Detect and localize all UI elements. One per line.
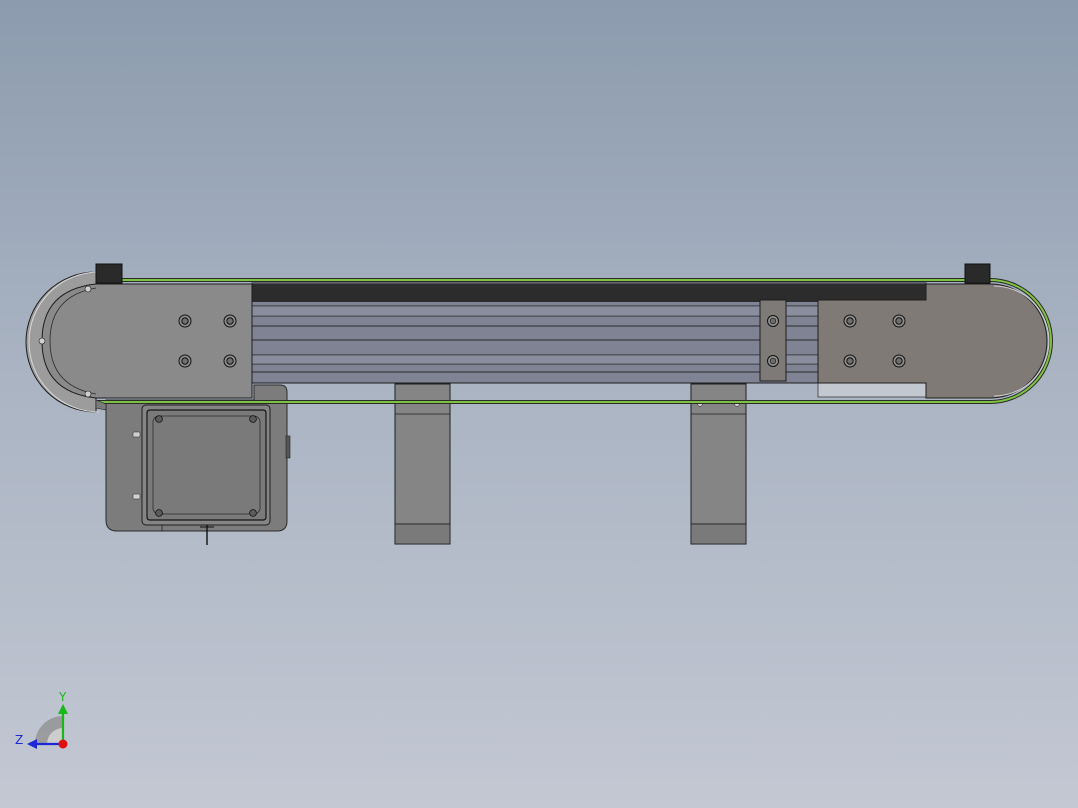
support-leg-right bbox=[690, 383, 747, 545]
motor-side-slot-bottom bbox=[132, 493, 141, 500]
end-hole-top bbox=[84, 285, 92, 293]
z-axis-label: Z bbox=[15, 733, 23, 747]
rail-top-strip bbox=[252, 284, 926, 302]
left-side-plate bbox=[41, 283, 253, 399]
motor-side-tab bbox=[285, 435, 291, 459]
right-side-plate bbox=[817, 283, 1048, 399]
rail-bottom-opening bbox=[817, 382, 927, 398]
motor-face-plate bbox=[146, 409, 267, 521]
motor-assembly bbox=[105, 384, 291, 545]
drive-end-left bbox=[25, 263, 253, 413]
mid-clamp bbox=[759, 299, 787, 382]
conveyor-drawing: Y Z bbox=[15, 263, 1053, 749]
guide-block-left bbox=[95, 263, 123, 284]
cad-viewport[interactable]: Y Z bbox=[0, 0, 1078, 808]
end-hole-bottom bbox=[84, 390, 92, 398]
guide-block-right bbox=[964, 263, 991, 284]
x-axis-dot bbox=[58, 739, 68, 749]
y-axis-label: Y bbox=[58, 690, 67, 704]
support-leg-left bbox=[394, 383, 451, 545]
orientation-triad: Y Z bbox=[15, 690, 68, 749]
motor-side-slot-top bbox=[132, 431, 141, 438]
end-hole-left bbox=[38, 337, 46, 345]
